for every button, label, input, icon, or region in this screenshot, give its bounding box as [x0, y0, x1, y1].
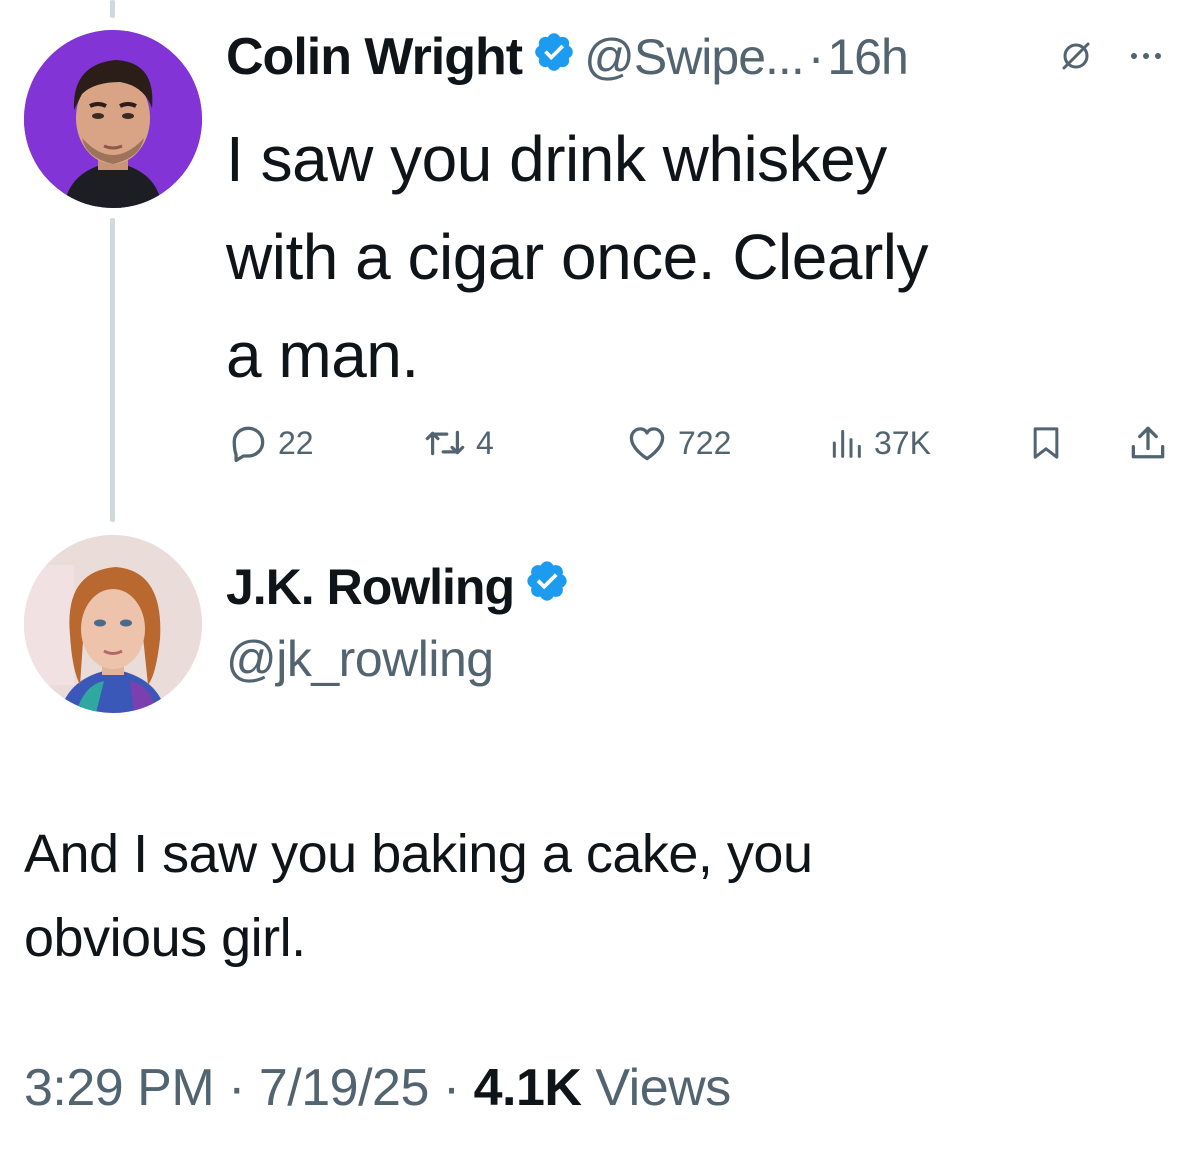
tweet-time[interactable]: 3:29 PM: [24, 1059, 215, 1117]
reply-text-line: I saw you drink whiskey: [226, 123, 887, 195]
heart-icon: [629, 427, 665, 461]
reply-header-actions: [1056, 36, 1166, 81]
main-text-line: And I saw you baking a cake, you: [24, 824, 813, 884]
thread-line: [110, 218, 115, 522]
grok-icon[interactable]: [1056, 36, 1096, 81]
separator-dot: ·: [228, 1059, 245, 1117]
reply-text-line: with a cigar once. Clearly: [226, 221, 928, 293]
like-button[interactable]: 722: [624, 418, 731, 468]
thread-line-top: [110, 0, 115, 18]
views-count: 37K: [874, 424, 931, 461]
tweet-views-count[interactable]: 4.1K: [474, 1059, 582, 1117]
bookmark-icon: [1033, 427, 1059, 459]
avatar-portrait: [24, 535, 202, 713]
repost-button[interactable]: 4: [422, 418, 494, 468]
avatar-jk-rowling[interactable]: [24, 535, 202, 713]
reply-tweet-header: Colin Wright @Swipe... · 16h: [226, 26, 909, 88]
main-author-handle[interactable]: @jk_rowling: [226, 630, 494, 688]
main-text-line: obvious girl.: [24, 908, 306, 968]
views-button[interactable]: 37K: [826, 418, 931, 468]
main-tweet-header: J.K. Rowling: [226, 556, 578, 618]
main-author-name[interactable]: J.K. Rowling: [226, 558, 515, 616]
separator-dot: ·: [442, 1059, 460, 1117]
reply-text-line: a man.: [226, 319, 419, 391]
repost-count: 4: [476, 424, 494, 461]
verified-badge-icon: [532, 27, 576, 87]
reply-author-name[interactable]: Colin Wright: [226, 27, 523, 87]
reply-timestamp[interactable]: 16h: [827, 28, 908, 86]
separator-dot: ·: [807, 29, 825, 85]
share-icon: [1131, 426, 1165, 459]
more-icon[interactable]: [1126, 36, 1166, 81]
share-button[interactable]: [1126, 418, 1170, 468]
reply-button[interactable]: 22: [226, 418, 314, 468]
repost-icon: [425, 430, 465, 456]
tweet-views-label: Views: [595, 1059, 731, 1117]
verified-badge-icon: [524, 558, 570, 616]
main-tweet-text: And I saw you baking a cake, you obvious…: [24, 812, 1174, 980]
avatar-colin-wright[interactable]: [24, 30, 202, 208]
views-icon: [832, 429, 861, 458]
reply-tweet-text: I saw you drink whiskey with a cigar onc…: [226, 110, 1176, 404]
reply-icon: [232, 426, 265, 463]
tweet-meta: 3:29 PM · 7/19/25 · 4.1K Views: [24, 1058, 731, 1118]
like-count: 722: [678, 424, 732, 461]
avatar-portrait: [24, 30, 202, 208]
bookmark-button[interactable]: [1026, 418, 1066, 468]
reply-action-bar: 22 4 722 37K: [226, 418, 1176, 468]
reply-count: 22: [278, 424, 314, 461]
reply-author-handle[interactable]: @Swipe...: [584, 28, 805, 86]
tweet-date[interactable]: 7/19/25: [259, 1059, 430, 1117]
